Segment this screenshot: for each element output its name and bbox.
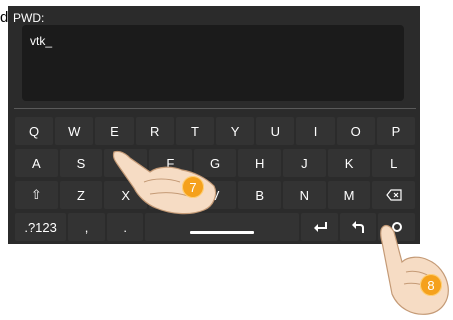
key-z[interactable]: Z bbox=[59, 181, 103, 209]
key-r[interactable]: R bbox=[135, 117, 174, 145]
key-o[interactable]: O bbox=[336, 117, 375, 145]
key-u[interactable]: U bbox=[256, 117, 295, 145]
undo-icon bbox=[352, 221, 365, 233]
key-l[interactable]: L bbox=[372, 149, 416, 177]
undo-key[interactable] bbox=[339, 213, 377, 241]
shift-icon: ⇧ bbox=[30, 187, 42, 202]
key-h[interactable]: H bbox=[238, 149, 282, 177]
key-i[interactable]: I bbox=[296, 117, 335, 145]
key-p[interactable]: P bbox=[376, 117, 416, 145]
key-q[interactable]: Q bbox=[15, 117, 54, 145]
enter-icon bbox=[313, 222, 327, 232]
key-j[interactable]: J bbox=[283, 149, 326, 177]
key-e[interactable]: E bbox=[95, 117, 134, 145]
key-k[interactable]: K bbox=[327, 149, 371, 177]
shift-key[interactable]: ⇧ bbox=[15, 181, 58, 209]
enter-key[interactable] bbox=[301, 213, 338, 241]
backspace-key[interactable] bbox=[372, 181, 416, 209]
backspace-icon bbox=[385, 189, 402, 201]
keyboard-row-1: Q W E R T Y U I O P bbox=[14, 117, 416, 145]
comma-key[interactable]: , bbox=[68, 213, 105, 241]
key-n[interactable]: N bbox=[283, 181, 326, 209]
key-w[interactable]: W bbox=[55, 117, 94, 145]
key-a[interactable]: A bbox=[15, 149, 58, 177]
key-y[interactable]: Y bbox=[216, 117, 255, 145]
hint-badge-8: 8 bbox=[420, 274, 442, 296]
key-b[interactable]: B bbox=[238, 181, 282, 209]
pointing-hand-icon-2 bbox=[380, 224, 449, 315]
space-bar-indicator bbox=[190, 230, 255, 234]
symbols-key[interactable]: .?123 bbox=[15, 213, 67, 241]
key-t[interactable]: T bbox=[175, 117, 215, 145]
hint-badge-7: 7 bbox=[182, 176, 204, 198]
key-s[interactable]: S bbox=[59, 149, 103, 177]
key-m[interactable]: M bbox=[327, 181, 371, 209]
password-label: PWD: bbox=[13, 11, 45, 25]
field-divider bbox=[14, 108, 416, 109]
password-value: vtk_ bbox=[30, 34, 53, 48]
password-field[interactable]: vtk_ bbox=[22, 25, 404, 101]
